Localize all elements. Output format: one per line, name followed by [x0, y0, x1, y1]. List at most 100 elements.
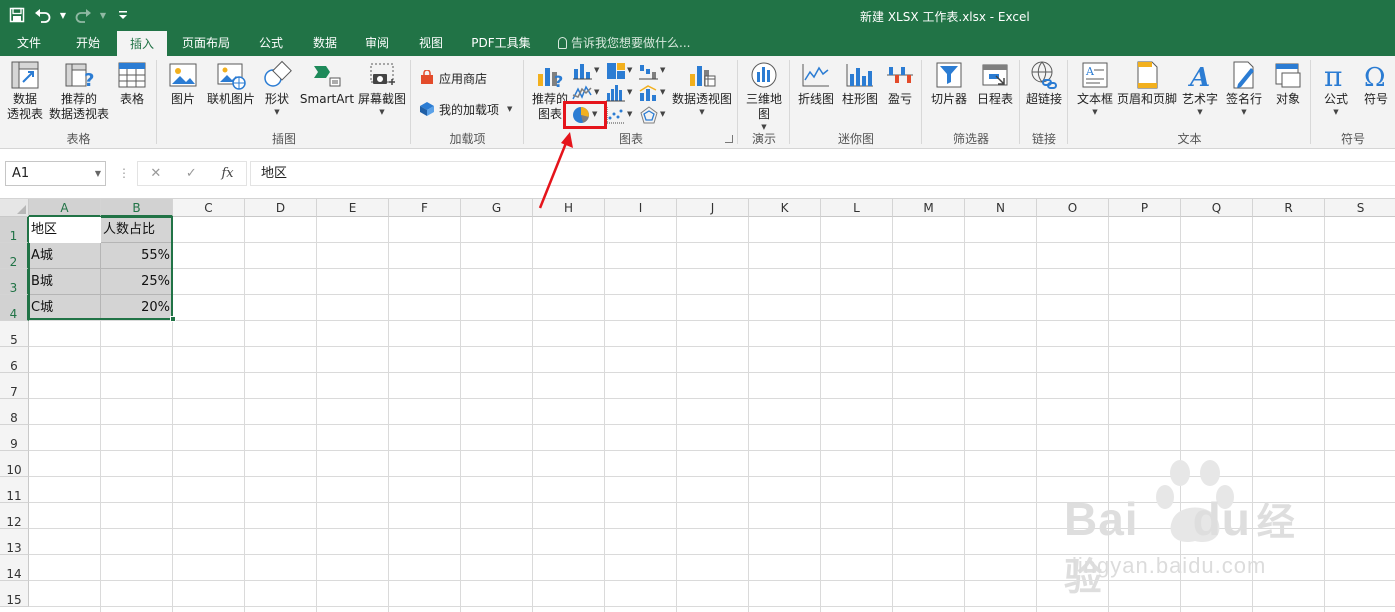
tab-file[interactable]: 文件 — [6, 31, 52, 56]
tab-pdf-tools[interactable]: PDF工具集 — [462, 31, 540, 56]
symbol-button[interactable]: Ω 符号 — [1357, 60, 1395, 107]
column-chart-dropdown-icon[interactable]: ▼ — [594, 66, 599, 74]
formula-input[interactable]: 地区 — [250, 161, 1395, 186]
column-header-g[interactable]: G — [461, 199, 533, 217]
line-chart-dropdown-icon[interactable]: ▼ — [594, 88, 599, 96]
column-header-q[interactable]: Q — [1181, 199, 1253, 217]
cell-a3[interactable]: B城 — [29, 269, 100, 295]
tab-data[interactable]: 数据 — [302, 31, 348, 56]
pivotchart-button[interactable]: 数据透视图 ▼ — [670, 60, 734, 117]
combo-chart-icon[interactable] — [638, 83, 660, 103]
online-pictures-button[interactable]: 联机图片 — [205, 60, 257, 107]
column-header-j[interactable]: J — [677, 199, 749, 217]
pictures-button[interactable]: 图片 — [165, 60, 201, 107]
column-header-b[interactable]: B — [101, 199, 173, 217]
row-header-9[interactable]: 9 — [0, 425, 29, 451]
cell-b2[interactable]: 55% — [101, 243, 172, 269]
hierarchy-chart-icon[interactable] — [605, 61, 627, 81]
row-header-14[interactable]: 14 — [0, 555, 29, 581]
cell-b1[interactable]: 人数占比 — [101, 217, 172, 243]
shapes-button[interactable]: 形状 ▼ — [259, 60, 295, 117]
waterfall-chart-icon[interactable] — [638, 61, 660, 81]
name-box[interactable]: A1 ▼ — [5, 161, 106, 186]
save-icon[interactable] — [6, 4, 28, 26]
column-header-i[interactable]: I — [605, 199, 677, 217]
column-header-a[interactable]: A — [29, 199, 101, 217]
column-header-n[interactable]: N — [965, 199, 1037, 217]
slicer-button[interactable]: 切片器 — [926, 60, 972, 107]
cell-b3[interactable]: 25% — [101, 269, 172, 295]
cell-b4[interactable]: 20% — [101, 295, 172, 321]
cell-a1[interactable]: 地区 — [29, 217, 100, 243]
column-header-r[interactable]: R — [1253, 199, 1325, 217]
my-addins-button[interactable]: 我的加载项 ▼ — [419, 97, 512, 121]
3d-map-button[interactable]: 三维地 图 ▼ — [742, 60, 786, 132]
tab-formulas[interactable]: 公式 — [248, 31, 294, 56]
cancel-icon[interactable]: ✕ — [150, 166, 161, 181]
combo-chart-dropdown-icon[interactable]: ▼ — [660, 88, 665, 96]
hierarchy-chart-dropdown-icon[interactable]: ▼ — [627, 66, 632, 74]
redo-dropdown-icon[interactable]: ▼ — [98, 4, 108, 26]
row-header-2[interactable]: 2 — [0, 243, 29, 269]
sparkline-line-button[interactable]: 折线图 — [794, 60, 838, 107]
column-header-d[interactable]: D — [245, 199, 317, 217]
signature-line-button[interactable]: 签名行 ▼ — [1222, 60, 1266, 117]
select-all-button[interactable] — [0, 199, 29, 217]
smartart-button[interactable]: SmartArt — [299, 60, 355, 107]
tab-insert[interactable]: 插入 — [117, 31, 167, 56]
column-header-s[interactable]: S — [1325, 199, 1395, 217]
tell-me-box[interactable]: 告诉我您想要做什么... — [558, 31, 690, 56]
table-button[interactable]: 表格 — [112, 60, 152, 107]
insert-function-icon[interactable]: fx — [221, 166, 233, 181]
row-header-12[interactable]: 12 — [0, 503, 29, 529]
sparkline-winloss-button[interactable]: 盈亏 — [882, 60, 918, 107]
timeline-button[interactable]: 日程表 — [972, 60, 1018, 107]
formula-bar-grip-icon[interactable]: ⋮ — [118, 166, 130, 182]
worksheet-grid[interactable]: A B C D E F G H I J K L M N O P Q R S 1 2 3 4 5 6 7 8 9 10 11 12 13 14 15… — [0, 198, 1395, 612]
row-header-5[interactable]: 5 — [0, 321, 29, 347]
row-header-13[interactable]: 13 — [0, 529, 29, 555]
tab-home[interactable]: 开始 — [62, 31, 114, 56]
column-header-p[interactable]: P — [1109, 199, 1181, 217]
equation-button[interactable]: π 公式 ▼ — [1315, 60, 1357, 117]
row-header-3[interactable]: 3 — [0, 269, 29, 295]
sparkline-column-button[interactable]: 柱形图 — [838, 60, 882, 107]
column-header-f[interactable]: F — [389, 199, 461, 217]
column-header-m[interactable]: M — [893, 199, 965, 217]
row-header-10[interactable]: 10 — [0, 451, 29, 477]
statistic-chart-icon[interactable] — [605, 83, 627, 103]
column-header-e[interactable]: E — [317, 199, 389, 217]
row-header-1[interactable]: 1 — [0, 217, 29, 243]
row-header-8[interactable]: 8 — [0, 399, 29, 425]
recommended-pivottables-button[interactable]: ? 推荐的 数据透视表 — [48, 60, 110, 122]
tab-view[interactable]: 视图 — [408, 31, 454, 56]
column-chart-icon[interactable] — [572, 61, 594, 81]
textbox-button[interactable]: A 文本框 ▼ — [1072, 60, 1118, 117]
name-box-dropdown-icon[interactable]: ▼ — [95, 162, 101, 185]
scatter-chart-icon[interactable] — [605, 105, 627, 125]
enter-icon[interactable]: ✓ — [186, 166, 197, 181]
column-header-c[interactable]: C — [173, 199, 245, 217]
screenshot-button[interactable]: 屏幕截图 ▼ — [357, 60, 407, 117]
radar-chart-icon[interactable] — [638, 105, 660, 125]
column-header-k[interactable]: K — [749, 199, 821, 217]
line-chart-icon[interactable] — [572, 83, 594, 103]
cell-a2[interactable]: A城 — [29, 243, 100, 269]
row-header-15[interactable]: 15 — [0, 581, 29, 607]
row-header-11[interactable]: 11 — [0, 477, 29, 503]
tab-review[interactable]: 审阅 — [354, 31, 400, 56]
customize-qat-icon[interactable] — [112, 4, 134, 26]
cell-a4[interactable]: C城 — [29, 295, 100, 321]
redo-icon[interactable] — [72, 4, 94, 26]
header-footer-button[interactable]: 页眉和页脚 — [1116, 60, 1178, 107]
tab-page-layout[interactable]: 页面布局 — [172, 31, 240, 56]
row-header-6[interactable]: 6 — [0, 347, 29, 373]
undo-dropdown-icon[interactable]: ▼ — [58, 4, 68, 26]
wordart-button[interactable]: A 艺术字 ▼ — [1180, 60, 1220, 117]
object-button[interactable]: 对象 — [1268, 60, 1308, 107]
store-button[interactable]: 应用商店 — [419, 66, 487, 90]
column-header-o[interactable]: O — [1037, 199, 1109, 217]
radar-chart-dropdown-icon[interactable]: ▼ — [660, 110, 665, 118]
pivottable-button[interactable]: 数据 透视表 — [4, 60, 46, 122]
waterfall-chart-dropdown-icon[interactable]: ▼ — [660, 66, 665, 74]
